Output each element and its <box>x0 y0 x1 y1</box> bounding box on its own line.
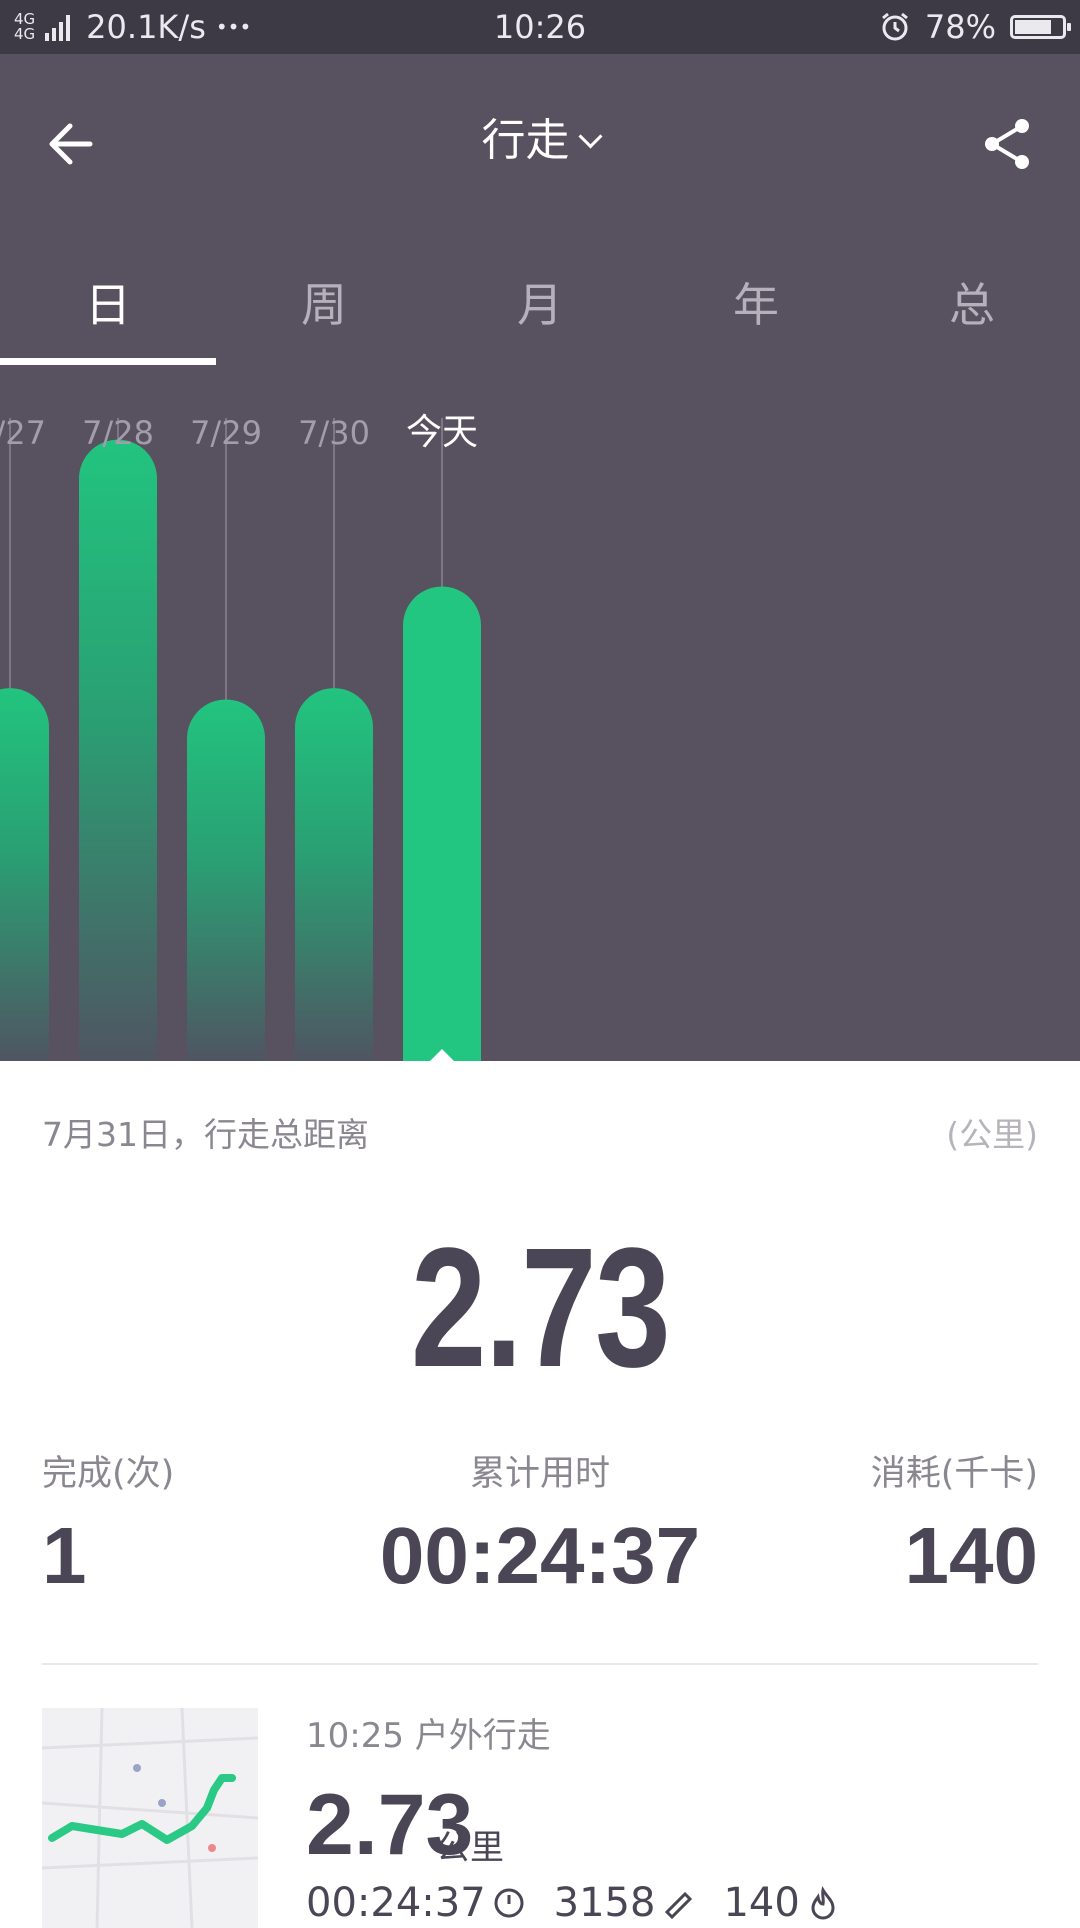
tab-month[interactable]: 月 <box>432 269 648 335</box>
record-meta: 00:24:37 3158 140 <box>306 1880 840 1926</box>
chart-canvas: 7/27 7/28 7/29 7/30 今天 <box>0 412 481 1061</box>
chart-bar[interactable] <box>0 688 49 1061</box>
active-tab-indicator <box>0 358 216 365</box>
activity-type-selector[interactable]: 行走 <box>0 104 1080 168</box>
tab-year[interactable]: 年 <box>648 269 864 335</box>
record-calories: 140 <box>723 1880 800 1926</box>
daily-distance-chart[interactable]: 7/27 7/28 7/29 7/30 今天 <box>0 366 1080 1061</box>
record-steps: 3158 <box>553 1880 656 1926</box>
battery-icon <box>1010 15 1071 39</box>
summary-unit: (公里) <box>946 1115 1038 1154</box>
alarm-icon <box>881 12 908 41</box>
chart-bar[interactable] <box>403 586 481 1061</box>
chart-bar[interactable] <box>79 439 157 1061</box>
chart-tick-label[interactable]: 今天 <box>406 412 478 453</box>
stat-value-calories: 140 <box>904 1511 1038 1600</box>
chart-tick-label[interactable]: 7/27 <box>0 414 46 452</box>
summary-label: 7月31日，行走总距离 <box>42 1115 369 1154</box>
chart-bar[interactable] <box>187 699 265 1061</box>
record-duration-item: 00:24:37 <box>306 1880 526 1926</box>
record-calories-item: 140 <box>723 1880 839 1926</box>
workout-record[interactable]: 10:25 户外行走 2.73 公里 00:24:37 3158 140 <box>0 1708 1080 1928</box>
divider <box>42 1663 1038 1665</box>
stat-label-calories: 消耗(千卡) <box>870 1454 1038 1494</box>
header: 行走 日 周 月 年 总 <box>0 54 1080 366</box>
share-icon[interactable] <box>978 114 1038 174</box>
record-steps-item: 3158 <box>554 1880 696 1926</box>
record-time: 10:25 户外行走 <box>306 1716 551 1756</box>
battery-percent: 78% <box>924 8 996 46</box>
shoe-icon <box>665 1891 693 1920</box>
tab-week[interactable]: 周 <box>216 269 432 335</box>
page-title: 行走 <box>481 115 570 166</box>
record-distance-unit: 公里 <box>436 1828 504 1868</box>
total-distance-value: 2.73 <box>410 1213 671 1403</box>
status-right: 78% <box>879 8 1071 46</box>
chart-bar[interactable] <box>295 688 373 1061</box>
tab-day[interactable]: 日 <box>0 269 216 335</box>
record-duration: 00:24:37 <box>306 1880 486 1926</box>
flame-icon <box>811 1886 835 1920</box>
tab-total[interactable]: 总 <box>864 269 1080 335</box>
chart-tick-label[interactable]: 7/29 <box>190 414 262 452</box>
chart-tick-label[interactable]: 7/28 <box>82 414 154 452</box>
clock-icon <box>494 1888 524 1918</box>
chart-tick-label[interactable]: 7/30 <box>298 414 370 452</box>
route-map-icon <box>42 1708 258 1928</box>
route-map-thumbnail[interactable] <box>42 1708 258 1928</box>
chevron-down-icon <box>577 124 603 149</box>
battery-fill <box>1015 20 1051 34</box>
status-bar: 4G 4G 20.1K/s ••• 10:26 78% <box>0 0 1080 54</box>
